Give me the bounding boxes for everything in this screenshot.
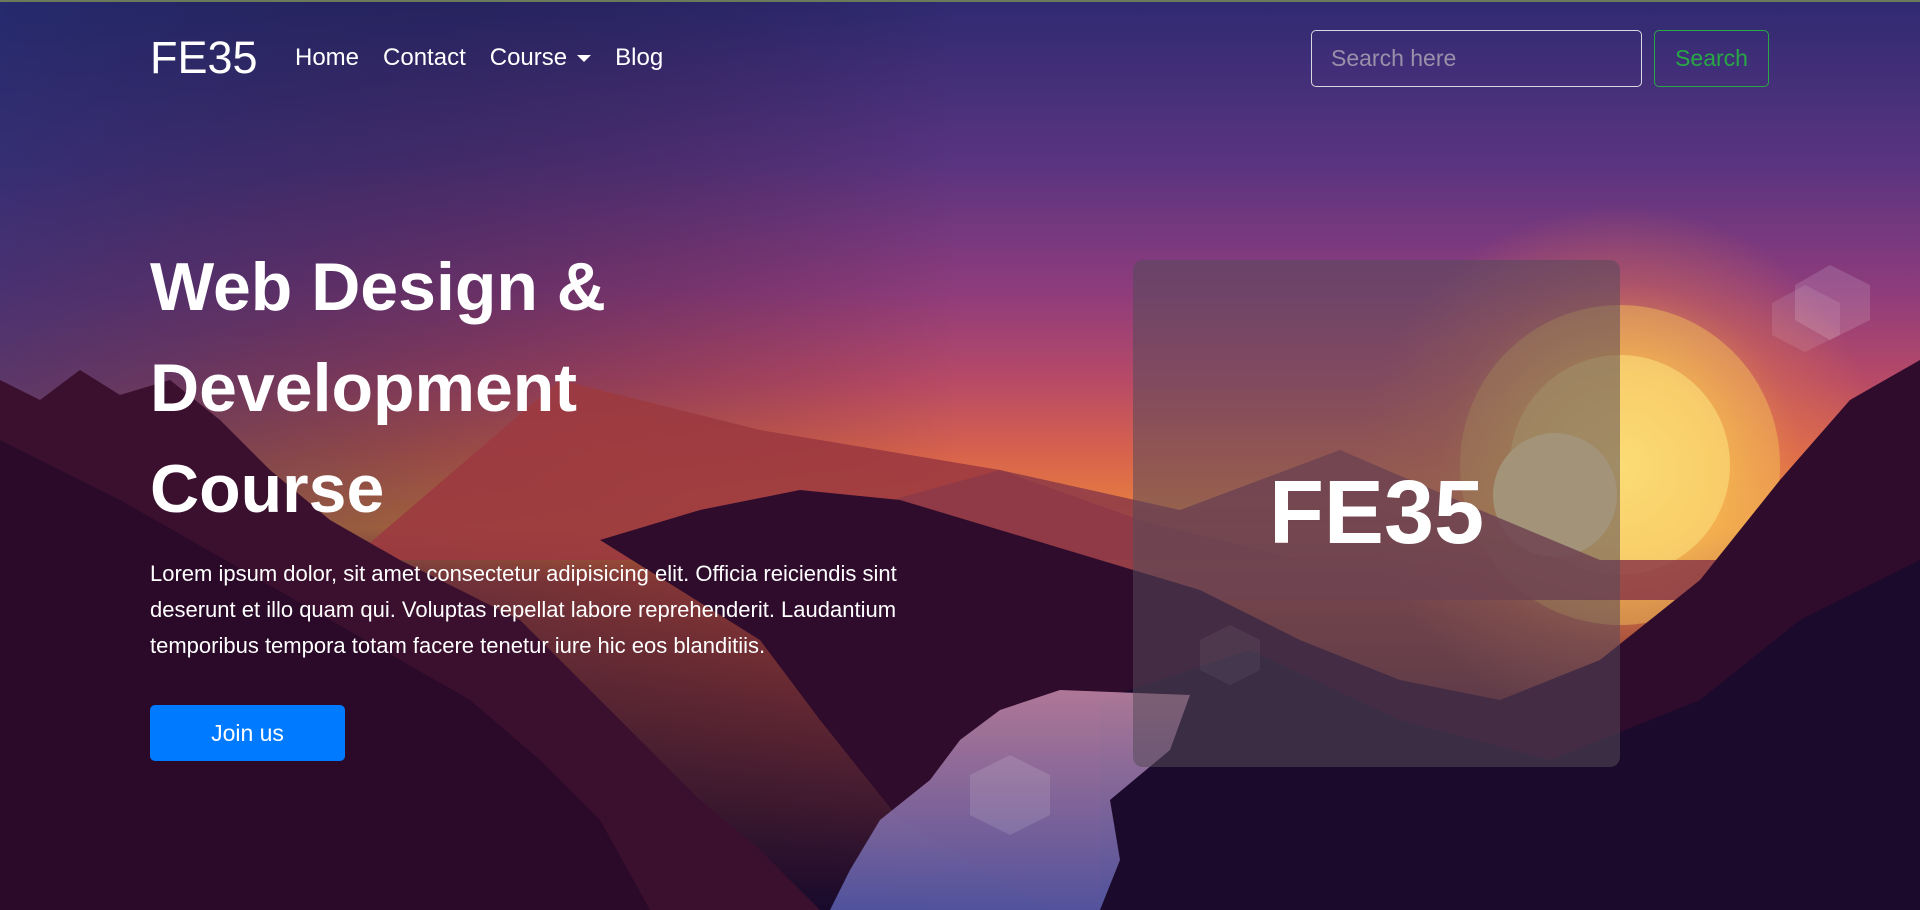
nav-links: Home Contact Course Blog bbox=[295, 42, 687, 74]
top-navbar: FE35 Home Contact Course Blog Search bbox=[0, 0, 1920, 112]
hero-title-line: Course bbox=[150, 451, 385, 527]
hero-card-label: FE35 bbox=[1268, 463, 1485, 563]
nav-link-course-label: Course bbox=[489, 44, 568, 71]
hero-title-line: Web Design & bbox=[150, 249, 606, 325]
nav-link-contact[interactable]: Contact bbox=[383, 42, 466, 74]
nav-link-home[interactable]: Home bbox=[295, 42, 359, 74]
hero-card: FE35 bbox=[1133, 260, 1620, 767]
brand-logo[interactable]: FE35 bbox=[150, 32, 258, 84]
search-button[interactable]: Search bbox=[1654, 30, 1769, 87]
nav-link-course[interactable]: Course bbox=[489, 42, 592, 74]
hero-description: Lorem ipsum dolor, sit amet consectetur … bbox=[150, 561, 897, 658]
hero-title: Web Design & Development Course bbox=[150, 237, 940, 540]
hero-section: Web Design & Development Course Lorem ip… bbox=[150, 237, 940, 761]
search-input[interactable] bbox=[1311, 30, 1642, 87]
join-us-button[interactable]: Join us bbox=[150, 705, 345, 761]
chevron-down-icon bbox=[577, 54, 592, 62]
nav-link-blog[interactable]: Blog bbox=[615, 42, 663, 74]
hero-title-line: Development bbox=[150, 350, 577, 426]
